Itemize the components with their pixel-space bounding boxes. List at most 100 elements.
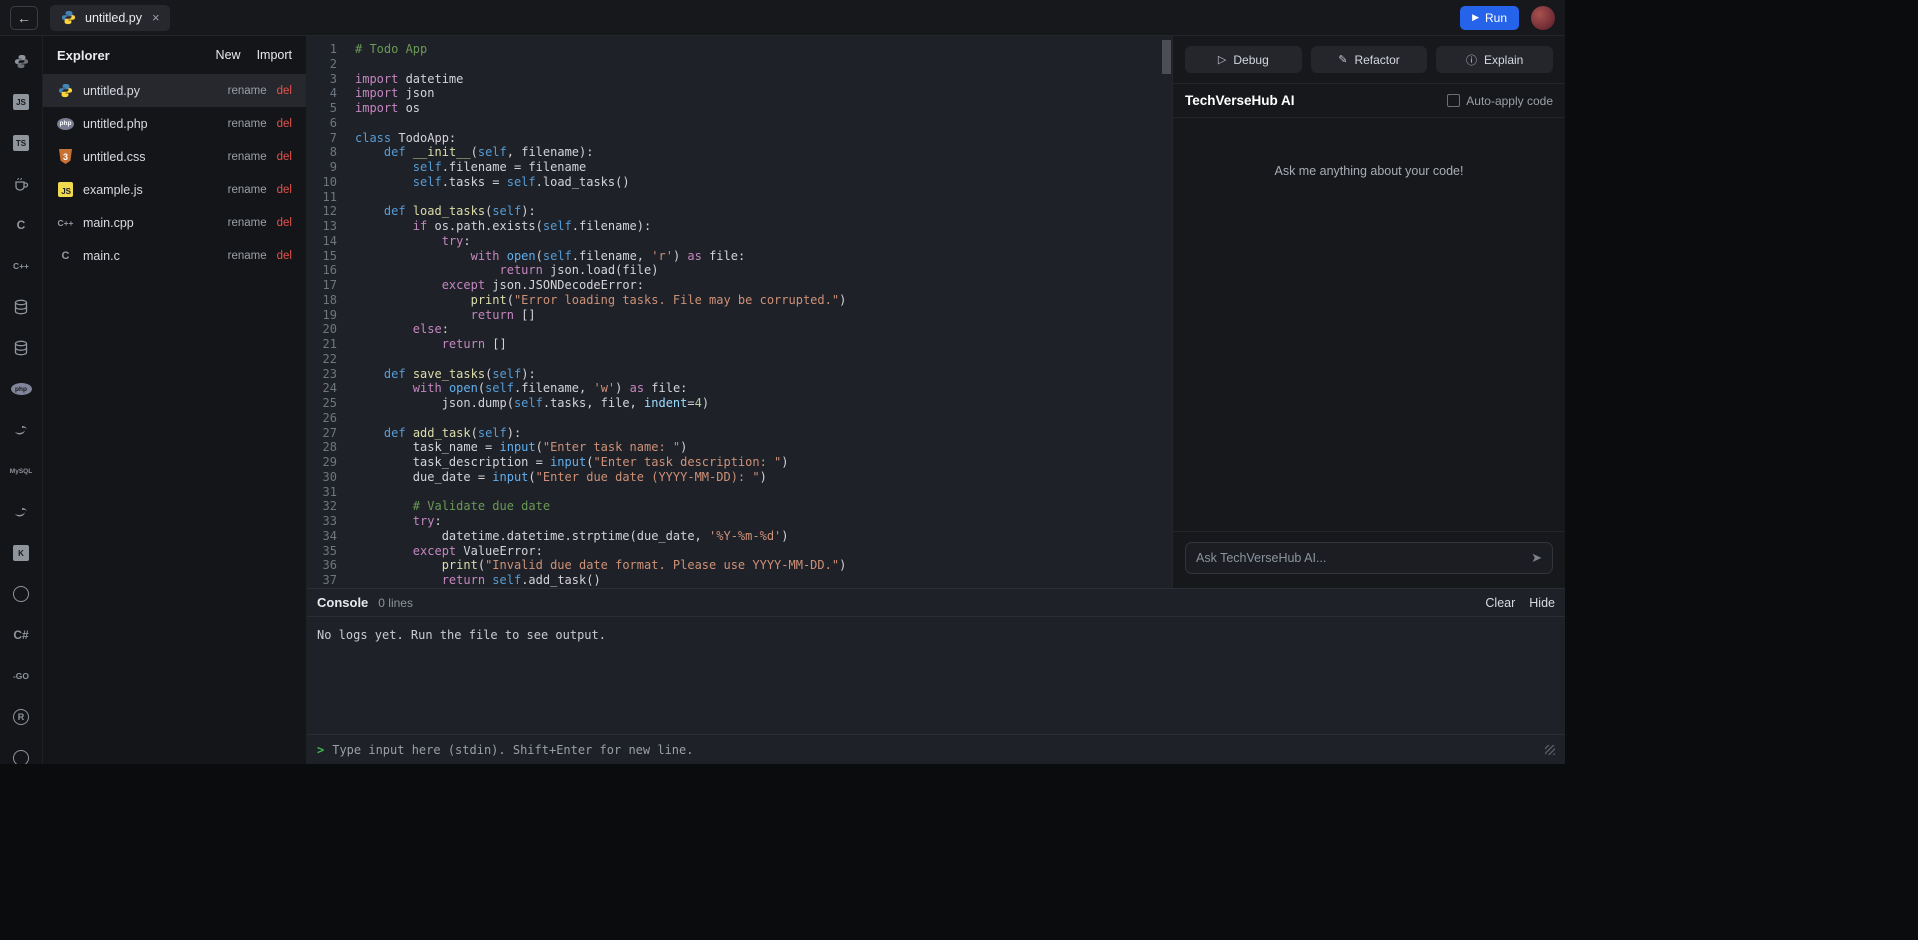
explain-button[interactable]: ⓘ Explain xyxy=(1436,46,1554,73)
rename-button[interactable]: rename xyxy=(228,217,267,229)
back-button[interactable]: ← xyxy=(10,5,38,30)
code-line[interactable]: 30 due_date = input("Enter due date (YYY… xyxy=(307,470,1172,485)
database-icon[interactable] xyxy=(10,296,32,318)
code-line[interactable]: 13 if os.path.exists(self.filename): xyxy=(307,219,1172,234)
new-file-button[interactable]: New xyxy=(216,48,241,62)
ruby-icon[interactable] xyxy=(10,747,32,764)
code-text: try: xyxy=(412,514,442,528)
mysql-dolphin-icon[interactable] xyxy=(10,419,32,441)
console-hide-button[interactable]: Hide xyxy=(1529,596,1555,610)
java-icon[interactable] xyxy=(10,173,32,195)
c-icon[interactable]: C xyxy=(10,214,32,236)
code-line[interactable]: 26 xyxy=(307,411,1172,426)
delete-button[interactable]: del xyxy=(277,151,292,163)
rename-button[interactable]: rename xyxy=(228,184,267,196)
mysql-icon[interactable]: MySQL xyxy=(10,460,32,482)
delete-button[interactable]: del xyxy=(277,85,292,97)
code-line[interactable]: 16 return json.load(file) xyxy=(307,263,1172,278)
code-line[interactable]: 21 return [] xyxy=(307,337,1172,352)
swift-icon[interactable] xyxy=(10,501,32,523)
code-line[interactable]: 32 # Validate due date xyxy=(307,499,1172,514)
delete-button[interactable]: del xyxy=(277,118,292,130)
php-file-icon: php xyxy=(57,117,74,130)
php-icon[interactable]: php xyxy=(10,378,32,400)
rename-button[interactable]: rename xyxy=(228,85,267,97)
delete-button[interactable]: del xyxy=(277,184,292,196)
file-row[interactable]: Cmain.c rename del xyxy=(43,239,306,272)
kotlin-icon[interactable]: K xyxy=(10,542,32,564)
code-line[interactable]: 31 xyxy=(307,485,1172,500)
r-icon[interactable]: R xyxy=(10,706,32,728)
file-row[interactable]: 3 untitled.css rename del xyxy=(43,140,306,173)
editor-scrollbar[interactable] xyxy=(1162,38,1171,586)
delete-button[interactable]: del xyxy=(277,217,292,229)
code-line[interactable]: 2 xyxy=(307,57,1172,72)
code-line[interactable]: 19 return [] xyxy=(307,308,1172,323)
rename-button[interactable]: rename xyxy=(228,250,267,262)
code-line[interactable]: 33 try: xyxy=(307,514,1172,529)
code-line[interactable]: 35 except ValueError: xyxy=(307,544,1172,559)
file-row[interactable]: JS example.js rename del xyxy=(43,173,306,206)
refactor-button[interactable]: ✎ Refactor xyxy=(1310,46,1428,73)
code-line[interactable]: 11 xyxy=(307,190,1172,205)
code-line[interactable]: 20 else: xyxy=(307,322,1172,337)
code-line[interactable]: 3 import datetime xyxy=(307,72,1172,87)
code-line[interactable]: 36 print("Invalid due date format. Pleas… xyxy=(307,558,1172,573)
javascript-icon[interactable]: JS xyxy=(10,91,32,113)
typescript-icon[interactable]: TS xyxy=(10,132,32,154)
code-line[interactable]: 12 def load_tasks(self): xyxy=(307,204,1172,219)
file-row[interactable]: C++ main.cpp rename del xyxy=(43,206,306,239)
code-line[interactable]: 23 def save_tasks(self): xyxy=(307,367,1172,382)
code-line[interactable]: 24 with open(self.filename, 'w') as file… xyxy=(307,381,1172,396)
assistant-input-box[interactable]: ➤ xyxy=(1185,542,1553,574)
file-row[interactable]: php untitled.php rename del xyxy=(43,107,306,140)
auto-apply-checkbox[interactable] xyxy=(1447,94,1461,107)
console-stdin-input[interactable] xyxy=(332,742,1537,757)
tab-untitled-py[interactable]: untitled.py × xyxy=(50,4,170,31)
code-line[interactable]: 34 datetime.datetime.strptime(due_date, … xyxy=(307,529,1172,544)
refactor-icon: ✎ xyxy=(1338,54,1348,66)
code-text: # Todo App xyxy=(355,42,428,56)
code-line[interactable]: 17 except json.JSONDecodeError: xyxy=(307,278,1172,293)
code-line[interactable]: 18 print("Error loading tasks. File may … xyxy=(307,293,1172,308)
code-line[interactable]: 29 task_description = input("Enter task … xyxy=(307,455,1172,470)
editor-scrollbar-thumb[interactable] xyxy=(1162,40,1171,74)
tab-close-icon[interactable]: × xyxy=(152,10,160,25)
resize-grip-icon[interactable] xyxy=(1545,744,1555,755)
code-editor[interactable]: 1 # Todo App 2 3 import datetime 4 import jso… xyxy=(307,36,1172,588)
rename-button[interactable]: rename xyxy=(228,118,267,130)
delete-button[interactable]: del xyxy=(277,250,292,262)
go-icon[interactable]: -GO xyxy=(10,665,32,687)
code-line[interactable]: 4 import json xyxy=(307,86,1172,101)
code-line[interactable]: 7 class TodoApp: xyxy=(307,131,1172,146)
app-window: ← untitled.py × ▶ Run JS TS C C++ php MySQ… xyxy=(0,0,1565,764)
file-row[interactable]: untitled.py rename del xyxy=(43,74,306,107)
code-line[interactable]: 10 self.tasks = self.load_tasks() xyxy=(307,175,1172,190)
database-alt-icon[interactable] xyxy=(10,337,32,359)
code-line[interactable]: 1 # Todo App xyxy=(307,42,1172,57)
debug-button[interactable]: ▷ Debug xyxy=(1185,46,1302,73)
auto-apply-toggle[interactable]: Auto-apply code xyxy=(1447,94,1553,108)
code-line[interactable]: 15 with open(self.filename, 'r') as file… xyxy=(307,249,1172,264)
code-line[interactable]: 25 json.dump(self.tasks, file, indent=4) xyxy=(307,396,1172,411)
code-line[interactable]: 9 self.filename = filename xyxy=(307,160,1172,175)
send-icon[interactable]: ➤ xyxy=(1531,550,1542,566)
code-line[interactable]: 14 try: xyxy=(307,234,1172,249)
rename-button[interactable]: rename xyxy=(228,151,267,163)
run-button[interactable]: ▶ Run xyxy=(1460,5,1519,30)
code-line[interactable]: 6 xyxy=(307,116,1172,131)
code-line[interactable]: 8 def __init__(self, filename): xyxy=(307,145,1172,160)
import-file-button[interactable]: Import xyxy=(257,48,292,62)
avatar[interactable] xyxy=(1531,5,1555,30)
code-line[interactable]: 27 def add_task(self): xyxy=(307,426,1172,441)
csharp-icon[interactable]: C# xyxy=(10,624,32,646)
code-line[interactable]: 28 task_name = input("Enter task name: "… xyxy=(307,440,1172,455)
mongodb-icon[interactable] xyxy=(10,583,32,605)
code-line[interactable]: 37 return self.add_task() xyxy=(307,573,1172,588)
console-clear-button[interactable]: Clear xyxy=(1485,596,1515,610)
python-icon[interactable] xyxy=(10,50,32,72)
cpp-icon[interactable]: C++ xyxy=(10,255,32,277)
code-line[interactable]: 5 import os xyxy=(307,101,1172,116)
assistant-input[interactable] xyxy=(1196,551,1524,565)
code-line[interactable]: 22 xyxy=(307,352,1172,367)
